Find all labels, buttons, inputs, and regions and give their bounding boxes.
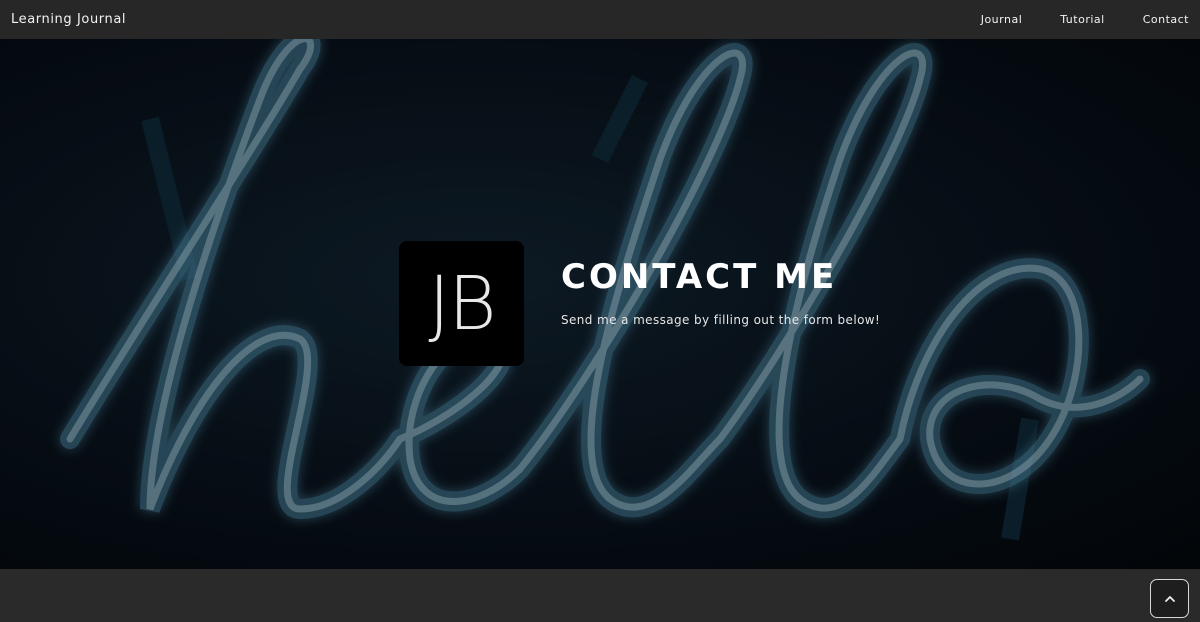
logo-text: JB [428,260,496,347]
nav-link-journal[interactable]: Journal [981,13,1023,26]
nav-links: Journal Tutorial Contact [981,13,1189,26]
footer-strip [0,569,1200,622]
top-navbar: Learning Journal Journal Tutorial Contac… [0,0,1200,39]
nav-link-tutorial[interactable]: Tutorial [1060,13,1104,26]
page-subtitle: Send me a message by filling out the for… [561,313,881,327]
logo-badge: JB [399,241,524,366]
nav-link-contact[interactable]: Contact [1143,13,1189,26]
site-brand-link[interactable]: Learning Journal [11,12,126,27]
scroll-to-top-button[interactable] [1150,579,1189,618]
hero-overlay [0,39,1200,569]
chevron-up-icon [1164,595,1175,602]
hero-banner: JB CONTACT ME Send me a message by filli… [0,39,1200,569]
page-title: CONTACT ME [561,257,838,297]
